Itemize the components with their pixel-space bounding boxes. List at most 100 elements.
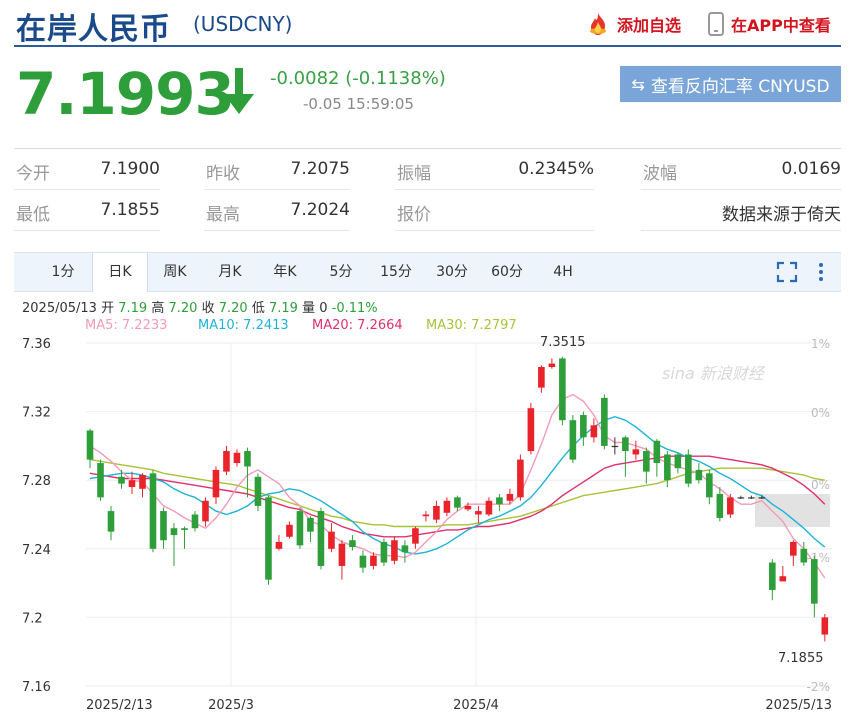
candle-body (97, 463, 104, 498)
tab-15min[interactable]: 15分 (369, 253, 423, 291)
more-options-icon[interactable] (814, 261, 828, 283)
candle-body (506, 493, 514, 501)
tab-daily-k[interactable]: 日K (92, 253, 148, 292)
info-low-label: 低 (251, 301, 265, 316)
watermark: sina 新浪财经 (662, 364, 766, 383)
candle-body (790, 541, 797, 556)
candle-body (433, 505, 440, 520)
candle-body (496, 497, 503, 505)
candle-body (412, 528, 419, 544)
reverse-rate-label: 查看反向汇率 CNYUSD (650, 76, 830, 97)
stats-row-divider (14, 189, 160, 190)
volatility-value: 0.0169 (781, 159, 841, 179)
x-axis-label: 2025/3 (208, 698, 254, 713)
right-pct-label: -2% (807, 680, 830, 694)
candle-body (769, 562, 776, 590)
fullscreen-icon[interactable] (776, 261, 798, 283)
candle-body (286, 524, 293, 537)
view-in-app-button[interactable]: 在APP中查看 (707, 12, 831, 36)
info-high-label: 高 (151, 301, 165, 316)
stats-row-divider (204, 230, 350, 231)
y-tick-label: 7.16 (22, 680, 51, 695)
tab-4h[interactable]: 4H (536, 253, 590, 291)
candle-body (338, 543, 346, 566)
info-close: 7.20 (218, 301, 248, 316)
tab-60min[interactable]: 60分 (480, 253, 534, 291)
add-watchlist-label: 添加自选 (617, 16, 682, 35)
tab-weekly-k[interactable]: 周K (148, 253, 202, 291)
tab-30min[interactable]: 30分 (425, 253, 479, 291)
candle-body (611, 445, 619, 448)
candle-body (181, 528, 188, 530)
tab-5min[interactable]: 5分 (314, 253, 368, 291)
flame-icon (590, 13, 606, 35)
tab-1min[interactable]: 1分 (34, 253, 92, 291)
candle-body (517, 459, 524, 498)
candle-body (811, 559, 818, 604)
tab-monthly-k[interactable]: 月K (203, 253, 257, 291)
stats-row-divider (204, 189, 350, 190)
stats-row-divider (641, 230, 841, 231)
y-tick-label: 7.2 (22, 611, 43, 626)
x-axis-label: 2025/4 (453, 698, 499, 713)
candle-body (380, 541, 388, 563)
stats-row-divider (395, 189, 594, 190)
quote-label: 报价 (397, 205, 431, 225)
candle-body (706, 473, 713, 498)
candle-body (674, 454, 682, 469)
info-open-label: 开 (101, 301, 115, 316)
info-close-label: 收 (201, 301, 215, 316)
info-vol: 0 (319, 301, 328, 316)
swap-icon: ⇆ (631, 74, 645, 94)
candle-body (454, 497, 461, 508)
tab-yearly-k[interactable]: 年K (258, 253, 312, 291)
candle-body (107, 511, 115, 532)
stats-row-divider (14, 230, 160, 231)
mobile-phone-icon (708, 12, 724, 36)
quote-time: -0.05 15:59:05 (303, 95, 414, 113)
candle-body (569, 420, 577, 460)
data-source: 数据来源于倚天 (722, 205, 841, 225)
candle-body (233, 452, 241, 464)
current-price: 7.1993 (16, 60, 235, 128)
reverse-rate-button[interactable]: ⇆ 查看反向汇率 CNYUSD (620, 66, 841, 102)
candle-body (821, 617, 829, 635)
amplitude-value: 0.2345% (518, 159, 594, 179)
candle-body (370, 555, 377, 566)
info-pct: -0.11% (331, 301, 378, 316)
low-label: 最低 (16, 205, 50, 225)
candle-body (254, 476, 262, 506)
candle-body (160, 511, 167, 541)
add-watchlist-button[interactable]: 添加自选 (585, 12, 681, 36)
candle-body (664, 454, 671, 481)
prev-close-value: 7.2075 (290, 159, 350, 179)
y-tick-label: 7.32 (22, 406, 51, 421)
volatility-label: 波幅 (643, 164, 677, 184)
candle-body (716, 493, 724, 518)
candle-body (401, 545, 409, 553)
stats-top-divider (14, 148, 841, 149)
candle-body (601, 397, 608, 446)
candle-body (191, 514, 199, 529)
candle-body (590, 425, 598, 438)
prev-close-label: 昨收 (206, 164, 240, 184)
candle-body (307, 517, 314, 532)
price-change: -0.0082 (-0.1138%) (270, 68, 446, 89)
candle-body (170, 528, 178, 536)
candle-body (275, 541, 283, 549)
candle-body (758, 497, 766, 499)
candle-body (538, 367, 545, 388)
open-label: 今开 (16, 164, 50, 184)
candle-body (737, 497, 745, 499)
candle-body (149, 473, 157, 549)
right-pct-label: 1% (811, 337, 830, 351)
info-high: 7.20 (168, 301, 198, 316)
candle-body (559, 358, 566, 421)
max-price-label: 7.3515 (540, 335, 586, 350)
stats-row-divider (395, 230, 594, 231)
kline-chart[interactable]: 7.367.327.287.247.27.161%0%-1%-2%0%sina … (0, 330, 849, 713)
info-vol-label: 量 (302, 301, 316, 316)
y-tick-label: 7.28 (22, 474, 51, 489)
candle-body (622, 437, 629, 452)
y-tick-label: 7.24 (22, 543, 51, 558)
